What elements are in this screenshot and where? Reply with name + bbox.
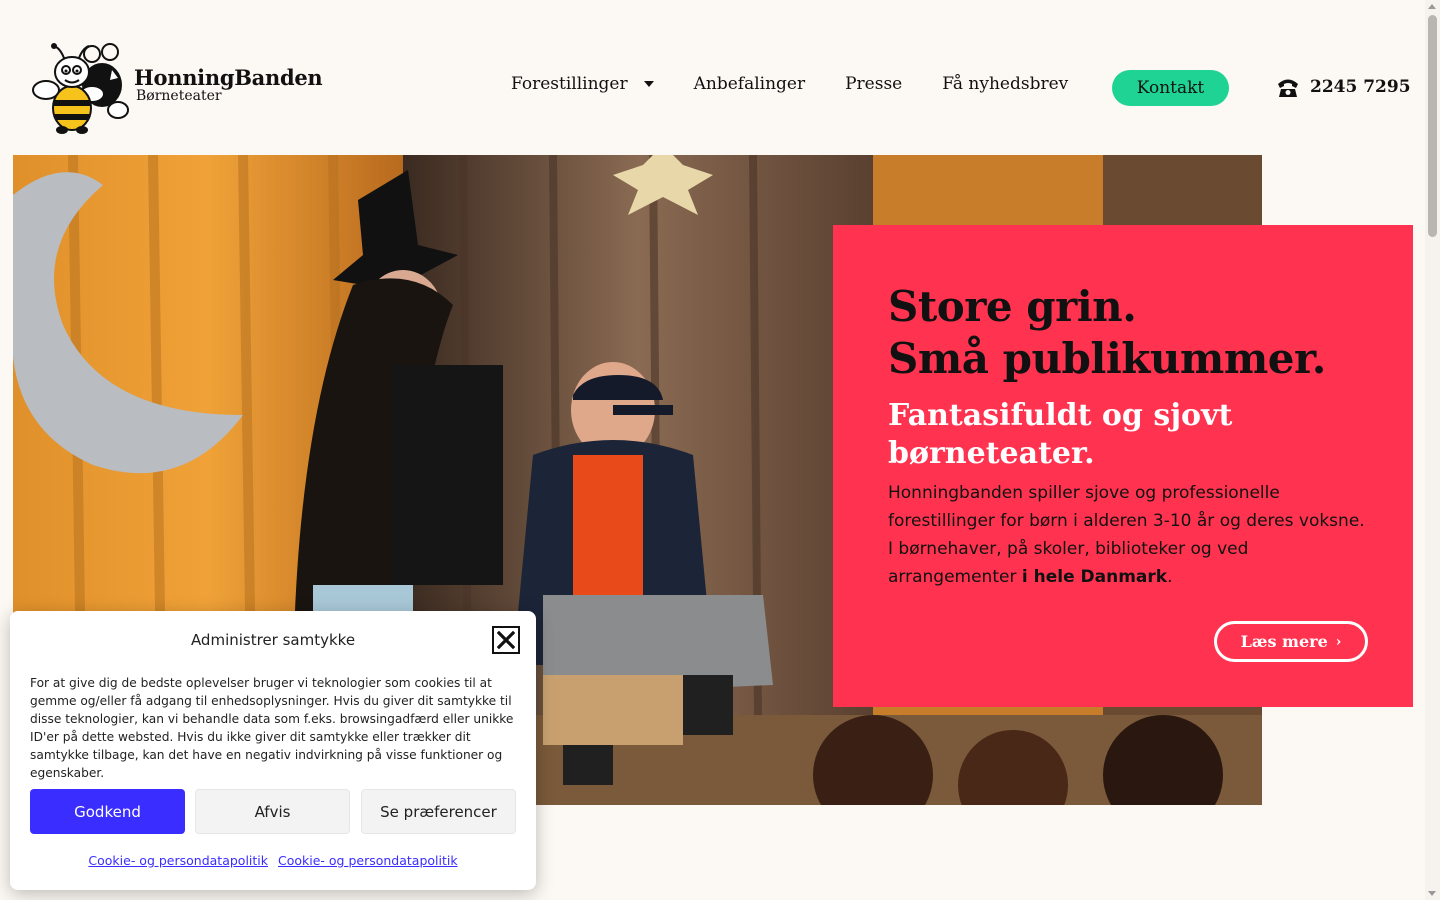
nav-item-nyhedsbrev[interactable]: Få nyhedsbrev bbox=[942, 74, 1068, 94]
read-more-label: Læs mere bbox=[1240, 632, 1328, 651]
nav-item-label: Presse bbox=[845, 74, 903, 94]
hero-text-end: . bbox=[1167, 567, 1173, 587]
nav-item-anbefalinger[interactable]: Anbefalinger bbox=[694, 74, 806, 94]
hero-title: Store grin. Små publikummer. bbox=[888, 281, 1368, 385]
cookie-policy-links: Cookie- og persondatapolitik Cookie- og … bbox=[10, 853, 536, 868]
caret-down-icon[interactable] bbox=[643, 81, 654, 87]
deny-button[interactable]: Afvis bbox=[195, 789, 350, 834]
scroll-down-arrow-icon[interactable] bbox=[1428, 891, 1436, 896]
nav-item-label: Forestillinger bbox=[511, 74, 628, 94]
chevron-right-icon: › bbox=[1335, 633, 1342, 650]
bee-logo-icon bbox=[32, 43, 129, 134]
hero-description: Honningbanden spiller sjove og professio… bbox=[888, 479, 1368, 591]
hero-card: Store grin. Små publikummer. Fantasifuld… bbox=[833, 225, 1413, 707]
hero-text-bold: i hele Danmark bbox=[1021, 567, 1168, 587]
contact-button[interactable]: Kontakt bbox=[1112, 70, 1229, 106]
accept-button[interactable]: Godkend bbox=[30, 789, 185, 834]
preferences-button[interactable]: Se præferencer bbox=[361, 789, 516, 834]
logo[interactable]: HonningBanden Børneteater bbox=[32, 40, 323, 136]
close-button[interactable] bbox=[492, 626, 520, 654]
cookie-dialog-title: Administrer samtykke bbox=[190, 631, 356, 649]
cookie-policy-link[interactable]: Cookie- og persondatapolitik bbox=[88, 853, 268, 868]
read-more-button[interactable]: Læs mere › bbox=[1214, 621, 1368, 662]
nav-item-presse[interactable]: Presse bbox=[845, 74, 902, 94]
logo-subtitle: Børneteater bbox=[136, 88, 222, 104]
hero-title-line: Små publikummer. bbox=[888, 334, 1326, 383]
telephone-icon bbox=[1278, 79, 1298, 97]
nav-item-forestillinger[interactable]: Forestillinger bbox=[511, 74, 654, 94]
page-scrollbar[interactable] bbox=[1425, 0, 1440, 900]
main-nav: Forestillinger Anbefalinger Presse Få ny… bbox=[511, 74, 1108, 94]
cookie-consent-dialog: Administrer samtykke For at give dig de … bbox=[10, 611, 536, 890]
phone-number: 2245 7295 bbox=[1310, 77, 1411, 97]
cookie-dialog-body: For at give dig de bedste oplevelser bru… bbox=[30, 676, 514, 780]
hero-subtitle: Fantasifuldt og sjovt børneteater. bbox=[888, 398, 1233, 471]
logo-name: HonningBanden bbox=[134, 65, 323, 90]
phone-link[interactable]: 2245 7295 bbox=[1276, 76, 1411, 98]
close-icon bbox=[497, 631, 515, 649]
nav-item-label: Anbefalinger bbox=[693, 74, 806, 94]
scroll-up-arrow-icon[interactable] bbox=[1428, 4, 1436, 9]
cookie-policy-link[interactable]: Cookie- og persondatapolitik bbox=[278, 853, 458, 868]
scrollbar-thumb[interactable] bbox=[1428, 15, 1437, 237]
nav-item-label: Få nyhedsbrev bbox=[942, 74, 1069, 94]
site-header: HonningBanden Børneteater Forestillinger… bbox=[0, 0, 1425, 155]
hero-title-line: Store grin. bbox=[888, 282, 1137, 331]
